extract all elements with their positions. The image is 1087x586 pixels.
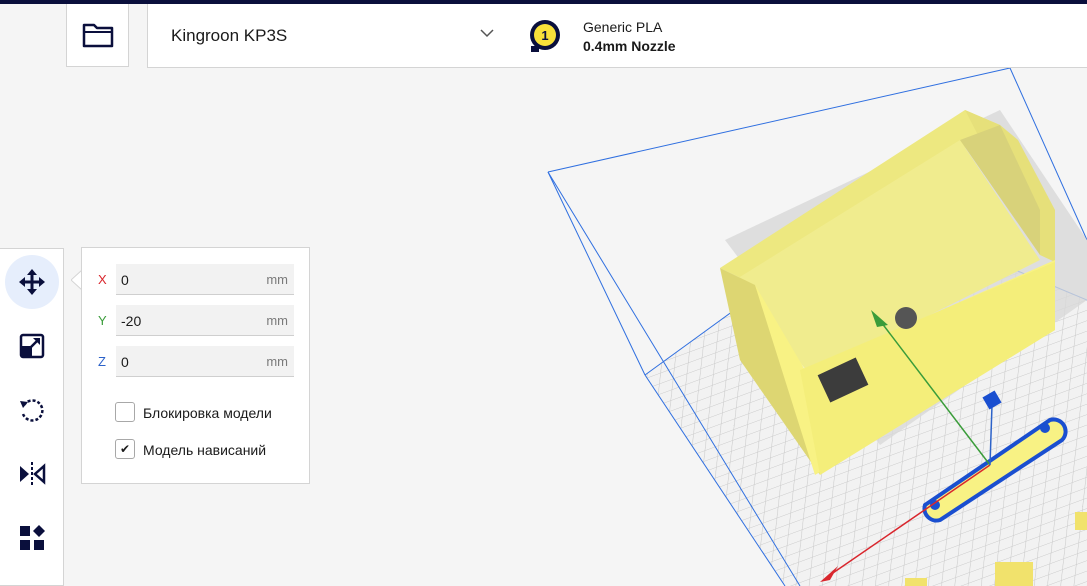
small-part bbox=[1075, 512, 1087, 530]
z-value: 0 bbox=[121, 354, 129, 370]
lock-model-label: Блокировка модели bbox=[143, 405, 272, 421]
scale-tool-button[interactable] bbox=[5, 319, 59, 373]
z-row: Z 0 mm bbox=[82, 346, 311, 378]
y-axis-label: Y bbox=[98, 313, 107, 328]
drop-down-checkbox[interactable]: ✔ bbox=[115, 439, 135, 459]
x-row: X 0 mm bbox=[82, 264, 311, 296]
rotate-tool-button[interactable] bbox=[5, 383, 59, 437]
move-arrows-icon bbox=[19, 269, 45, 295]
move-panel: X 0 mm Y -20 mm Z 0 mm Блокировка модели… bbox=[81, 247, 310, 484]
small-part bbox=[905, 578, 927, 586]
z-axis-label: Z bbox=[98, 354, 106, 369]
mirror-icon bbox=[20, 462, 46, 486]
mirror-tool-button[interactable] bbox=[5, 447, 59, 501]
y-input[interactable]: -20 mm bbox=[116, 305, 294, 336]
z-unit: mm bbox=[266, 354, 288, 369]
move-tool-button[interactable] bbox=[5, 255, 59, 309]
nozzle-size: 0.4mm Nozzle bbox=[583, 38, 676, 54]
chevron-down-icon bbox=[480, 29, 494, 38]
x-axis-label: X bbox=[98, 272, 107, 287]
open-file-button[interactable] bbox=[66, 4, 129, 67]
material-selector[interactable]: 1 Generic PLA 0.4mm Nozzle bbox=[510, 4, 1087, 68]
small-part bbox=[995, 562, 1033, 586]
y-unit: mm bbox=[266, 313, 288, 328]
extruder-index: 1 bbox=[541, 28, 548, 43]
z-input[interactable]: 0 mm bbox=[116, 346, 294, 377]
x-unit: mm bbox=[266, 272, 288, 287]
scale-icon bbox=[19, 333, 45, 359]
printer-name: Kingroon KP3S bbox=[171, 26, 288, 45]
folder-icon bbox=[82, 23, 113, 48]
tool-toolbar bbox=[0, 248, 64, 586]
extruder-icon: 1 bbox=[530, 20, 560, 52]
material-name: Generic PLA bbox=[583, 19, 663, 35]
drop-down-label: Модель нависаний bbox=[143, 442, 267, 458]
per-model-settings-tool-button[interactable] bbox=[5, 511, 59, 565]
x-value: 0 bbox=[121, 272, 129, 288]
per-model-settings-icon bbox=[20, 525, 45, 550]
lock-model-checkbox[interactable] bbox=[115, 402, 135, 422]
drop-down-option[interactable]: ✔ Модель нависаний bbox=[115, 439, 305, 461]
y-value: -20 bbox=[121, 313, 142, 329]
y-row: Y -20 mm bbox=[82, 305, 311, 337]
x-input[interactable]: 0 mm bbox=[116, 264, 294, 295]
lock-model-option[interactable]: Блокировка модели bbox=[115, 402, 305, 424]
printer-selector[interactable]: Kingroon KP3S bbox=[147, 4, 511, 68]
rotate-icon bbox=[20, 399, 44, 422]
